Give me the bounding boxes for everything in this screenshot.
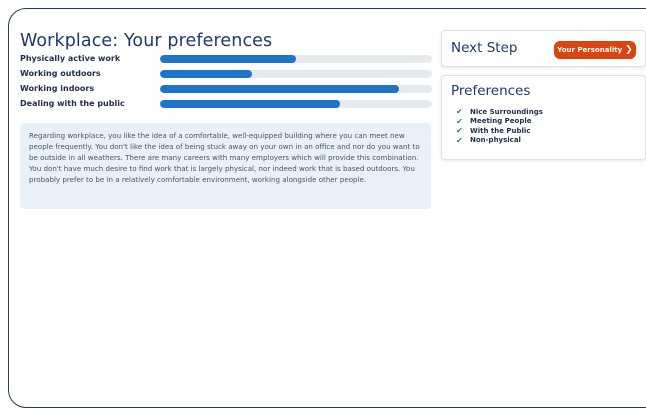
check-icon: ✔ <box>456 126 463 136</box>
list-item: ✔ Nice Surroundings <box>456 107 543 117</box>
preference-track <box>160 100 432 108</box>
preferences-title: Preferences <box>451 83 531 99</box>
your-personality-button[interactable]: Your Personality ❯ <box>554 41 636 59</box>
next-step-title: Next Step <box>451 40 518 56</box>
preference-label: Working outdoors <box>20 69 101 78</box>
preference-label: Physically active work <box>20 54 121 63</box>
preference-item-label: Meeting People <box>470 117 532 126</box>
preference-fill <box>160 100 340 108</box>
preference-bar-dealing-with-public: Dealing with the public <box>20 98 435 110</box>
preferences-list: ✔ Nice Surroundings ✔ Meeting People ✔ W… <box>456 107 543 145</box>
preference-bar-working-indoors: Working indoors <box>20 83 435 95</box>
preference-item-label: Nice Surroundings <box>470 107 543 116</box>
preference-item-label: Non-physical <box>470 136 521 145</box>
list-item: ✔ Non-physical <box>456 136 543 146</box>
list-item: ✔ With the Public <box>456 126 543 136</box>
preference-bar-working-outdoors: Working outdoors <box>20 68 435 80</box>
preference-track <box>160 85 432 93</box>
preference-label: Working indoors <box>20 84 95 93</box>
list-item: ✔ Meeting People <box>456 117 543 127</box>
preference-track <box>160 70 432 78</box>
check-icon: ✔ <box>456 107 463 117</box>
check-icon: ✔ <box>456 116 463 126</box>
preference-track <box>160 55 432 63</box>
chevron-right-icon: ❯ <box>625 44 633 55</box>
next-step-card: Next Step Your Personality ❯ <box>441 30 646 67</box>
your-personality-button-label: Your Personality <box>557 46 623 54</box>
check-icon: ✔ <box>456 135 463 145</box>
preference-bar-physically-active: Physically active work <box>20 53 435 65</box>
preference-item-label: With the Public <box>470 126 531 135</box>
workplace-description: Regarding workplace, you like the idea o… <box>20 123 431 209</box>
preferences-card: Preferences ✔ Nice Surroundings ✔ Meetin… <box>441 75 646 160</box>
page-title: Workplace: Your preferences <box>20 31 273 51</box>
preference-label: Dealing with the public <box>20 99 125 108</box>
preference-fill <box>160 85 400 93</box>
preference-fill <box>160 70 253 78</box>
preference-fill <box>160 55 296 63</box>
